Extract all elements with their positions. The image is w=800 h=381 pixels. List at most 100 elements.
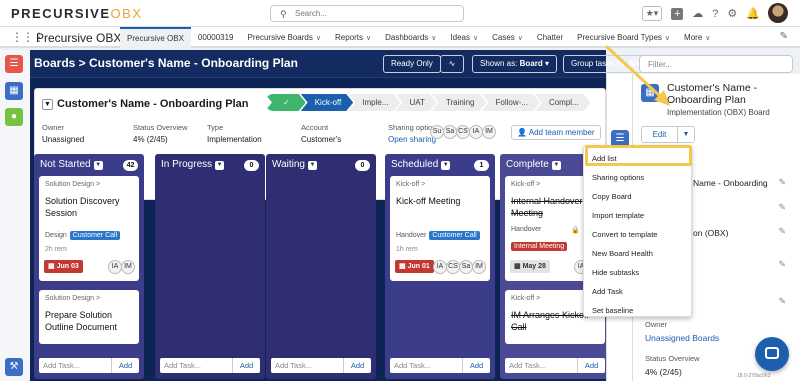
add-task-button[interactable]: Add xyxy=(462,358,490,373)
app-logo[interactable]: PRECURSIVEOBX xyxy=(11,6,143,21)
chevron-down-icon[interactable]: ∨ xyxy=(366,35,371,42)
gear-icon[interactable]: ⚙ xyxy=(727,7,737,20)
edit-name-icon[interactable]: ✎ xyxy=(778,177,786,188)
list-icon[interactable]: ☰ xyxy=(5,55,23,73)
task-card[interactable]: Solution Design > Prepare Solution Outlin… xyxy=(39,290,139,344)
menu-item[interactable]: New Board Health xyxy=(592,249,653,258)
edit-field-icon[interactable]: ✎ xyxy=(778,296,786,307)
nav-tab[interactable]: Cases ∨ xyxy=(485,27,530,48)
menu-item[interactable]: Set baseline xyxy=(592,306,633,315)
team-member-avatar[interactable]: Su xyxy=(430,125,444,139)
menu-item[interactable]: Convert to template xyxy=(592,230,657,239)
add-task-placeholder: Add Task... xyxy=(164,361,201,370)
due-date[interactable]: ▦ Jun 01 xyxy=(395,260,434,273)
board-breadcrumb[interactable]: Boards > Customer's Name - Onboarding Pl… xyxy=(34,56,298,70)
more-actions-button[interactable]: ▼ xyxy=(677,126,695,143)
nav-tab[interactable]: Dashboards ∨ xyxy=(378,27,443,48)
account-value[interactable]: Customer's xyxy=(301,135,341,144)
wrench-icon[interactable]: ⚒ xyxy=(5,358,23,376)
due-date[interactable]: ▦ May 28 xyxy=(510,260,550,273)
nav-tab[interactable]: Reports ∨ xyxy=(328,27,378,48)
app-launcher-icon[interactable]: ⋮⋮⋮ xyxy=(11,31,45,43)
path-step-complete[interactable]: ✓ xyxy=(265,94,306,111)
add-team-member-button[interactable]: 👤 Add team member xyxy=(511,125,601,140)
panel-owner-value[interactable]: Unassigned Boards xyxy=(645,333,719,343)
assignee-avatar[interactable]: CS xyxy=(446,260,460,274)
shown-as-dropdown[interactable]: Shown as: Board ▾ xyxy=(472,55,557,73)
edit-type-icon[interactable]: ✎ xyxy=(778,226,786,237)
team-member-avatar[interactable]: CS xyxy=(456,125,470,139)
due-date-text: Jun 01 xyxy=(407,263,430,270)
edit-button[interactable]: Edit xyxy=(641,126,678,143)
assignee-avatar[interactable]: IA xyxy=(108,260,122,274)
team-member-avatar[interactable]: Sa xyxy=(443,125,457,139)
edit-field-icon[interactable]: ✎ xyxy=(778,202,786,213)
path-step[interactable]: Imple... xyxy=(348,94,400,111)
ready-only-button[interactable]: Ready Only xyxy=(383,55,441,73)
task-card[interactable]: Solution Design > Solution Discovery Sess… xyxy=(39,176,139,281)
column-menu-icon[interactable]: ▼ xyxy=(307,161,317,170)
assignee-avatar[interactable]: IM xyxy=(121,260,135,274)
global-search[interactable]: ⚲ Search... xyxy=(270,5,464,22)
assignee-avatar[interactable]: Sa xyxy=(459,260,473,274)
add-task-input[interactable]: Add Task... Add xyxy=(390,358,490,373)
chevron-down-icon[interactable]: ∨ xyxy=(431,35,436,42)
edit-field-icon[interactable]: ✎ xyxy=(778,259,786,270)
team-member-avatar[interactable]: IM xyxy=(482,125,496,139)
nav-tab[interactable]: Precursive OBX xyxy=(120,27,191,48)
due-date[interactable]: ▦ Jun 03 xyxy=(44,260,83,273)
menu-item[interactable]: Add Task xyxy=(592,287,623,296)
add-task-button[interactable]: Add xyxy=(111,358,139,373)
chevron-down-icon[interactable]: ∨ xyxy=(316,35,321,42)
add-task-input[interactable]: Add Task... Add xyxy=(505,358,605,373)
column-menu-icon[interactable]: ▼ xyxy=(551,161,561,170)
add-task-button[interactable]: Add xyxy=(577,358,605,373)
path-step[interactable]: Follow-... xyxy=(481,94,539,111)
nav-tab[interactable]: Ideas ∨ xyxy=(443,27,485,48)
board-health-icon[interactable]: ∿ xyxy=(440,55,464,73)
assignee-avatar[interactable]: IA xyxy=(433,260,447,274)
favorites-icon[interactable]: ★▾ xyxy=(641,6,663,21)
path-step[interactable]: Compl... xyxy=(535,94,591,111)
help-icon[interactable]: ? xyxy=(712,8,718,20)
menu-item[interactable]: Sharing options xyxy=(592,173,644,182)
chevron-down-icon[interactable]: ∨ xyxy=(473,35,478,42)
panel-status-value: 4% (2/45) xyxy=(645,367,682,377)
add-task-input[interactable]: Add Task... Add xyxy=(271,358,371,373)
add-task-button[interactable]: Add xyxy=(232,358,260,373)
chevron-down-icon[interactable]: ∨ xyxy=(705,35,710,42)
nav-tab[interactable]: More ∨ xyxy=(677,27,717,48)
add-task-input[interactable]: Add Task... Add xyxy=(39,358,139,373)
nav-tab[interactable]: Chatter xyxy=(530,27,570,48)
column-menu-icon[interactable]: ▼ xyxy=(215,161,225,170)
path-step[interactable]: UAT xyxy=(395,94,436,111)
team-member-avatar[interactable]: IA xyxy=(469,125,483,139)
board-icon[interactable]: ▦ xyxy=(5,82,23,100)
column-menu-icon[interactable]: ▼ xyxy=(441,161,451,170)
path-step[interactable]: Kick-off xyxy=(301,94,354,111)
bell-icon[interactable]: 🔔 xyxy=(746,7,760,20)
avatar[interactable] xyxy=(768,3,788,23)
chevron-down-icon[interactable]: ∨ xyxy=(518,35,523,42)
edit-nav-icon[interactable]: ✎ xyxy=(780,31,788,42)
assignee-avatar[interactable]: IM xyxy=(472,260,486,274)
menu-item[interactable]: Hide subtasks xyxy=(592,268,639,277)
calendar-icon: ▦ xyxy=(514,263,523,270)
add-task-button[interactable]: Add xyxy=(343,358,371,373)
nav-tab[interactable]: Precursive Boards ∨ xyxy=(241,27,328,48)
chevron-down-icon[interactable]: ▼ xyxy=(42,99,53,110)
column-menu-icon[interactable]: ▼ xyxy=(93,161,103,170)
menu-item[interactable]: Copy Board xyxy=(592,192,632,201)
add-task-input[interactable]: Add Task... Add xyxy=(160,358,260,373)
add-task-placeholder: Add Task... xyxy=(509,361,546,370)
trailhead-icon[interactable]: ☁ xyxy=(692,7,703,20)
chat-button[interactable] xyxy=(755,337,789,371)
global-actions-icon[interactable]: + xyxy=(671,7,684,20)
add-task-placeholder: Add Task... xyxy=(275,361,312,370)
menu-item[interactable]: Import template xyxy=(592,211,644,220)
lightbulb-icon[interactable]: ● xyxy=(5,108,23,126)
path-step[interactable]: Training xyxy=(432,94,487,111)
task-card[interactable]: Kick-off > Kick-off Meeting Handover Custom… xyxy=(390,176,490,281)
nav-tab[interactable]: 00000319 xyxy=(191,27,241,48)
sharing-value[interactable]: Open sharing xyxy=(388,135,436,144)
